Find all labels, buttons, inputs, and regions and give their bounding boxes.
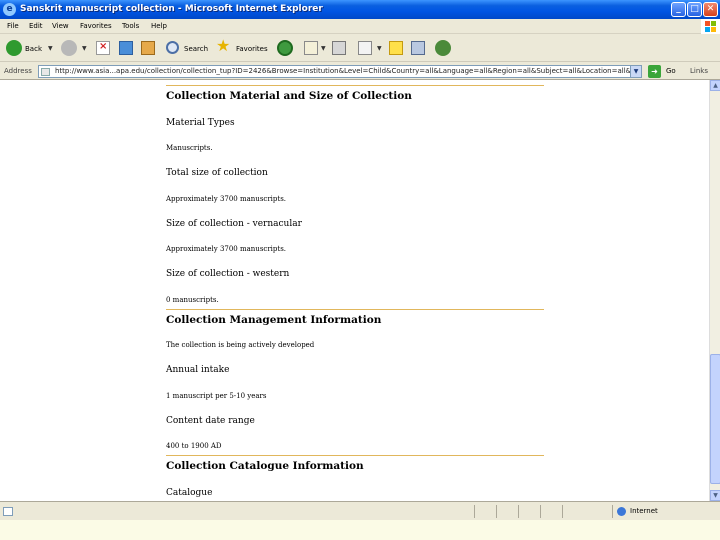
favorites-star-icon[interactable]: ★ bbox=[216, 38, 230, 54]
maximize-button[interactable]: □ bbox=[687, 2, 702, 17]
vertical-scrollbar[interactable]: ▲ ▼ bbox=[709, 80, 720, 501]
browser-window: e Sanskrit manuscript collection - Micro… bbox=[0, 0, 720, 520]
field-label: Material Types bbox=[166, 118, 235, 128]
back-arrow-icon[interactable] bbox=[6, 40, 22, 56]
status-separator bbox=[496, 505, 497, 518]
section-divider bbox=[166, 309, 544, 310]
scroll-thumb[interactable] bbox=[710, 354, 720, 484]
forward-arrow-icon[interactable] bbox=[61, 40, 77, 56]
field-value: Approximately 3700 manuscripts. bbox=[166, 195, 287, 203]
status-separator bbox=[562, 505, 563, 518]
field-label: Size of collection - vernacular bbox=[166, 219, 302, 229]
research-icon[interactable] bbox=[411, 41, 425, 55]
page-status-icon bbox=[3, 507, 13, 516]
menu-help[interactable]: Help bbox=[151, 22, 167, 30]
address-url[interactable]: http://www.asia...apa.edu/collection/col… bbox=[55, 67, 630, 75]
field-value: 0 manuscripts. bbox=[166, 296, 219, 304]
discuss-icon[interactable] bbox=[389, 41, 403, 55]
scroll-up-icon[interactable]: ▲ bbox=[710, 80, 720, 91]
field-label: Annual intake bbox=[166, 365, 230, 375]
address-bar: Address http://www.asia...apa.edu/collec… bbox=[0, 63, 720, 80]
section-heading: Collection Material and Size of Collecti… bbox=[166, 90, 412, 102]
field-label: Content date range bbox=[166, 416, 255, 426]
menu-edit[interactable]: Edit bbox=[29, 22, 43, 30]
refresh-icon[interactable] bbox=[119, 41, 133, 55]
back-dropdown-icon[interactable]: ▼ bbox=[48, 45, 53, 52]
edit-dropdown-icon[interactable]: ▼ bbox=[377, 45, 382, 52]
menu-bar: File Edit View Favorites Tools Help bbox=[0, 19, 720, 34]
print-icon[interactable] bbox=[332, 41, 346, 55]
back-button[interactable]: Back bbox=[25, 45, 42, 53]
home-icon[interactable] bbox=[141, 41, 155, 55]
field-value: 1 manuscript per 5-10 years bbox=[166, 392, 267, 400]
section-divider bbox=[166, 455, 544, 456]
search-button[interactable]: Search bbox=[184, 45, 208, 53]
windows-logo-icon bbox=[701, 19, 720, 34]
search-icon[interactable] bbox=[166, 41, 179, 54]
address-label: Address bbox=[4, 67, 32, 75]
favorites-button[interactable]: Favorites bbox=[236, 45, 268, 53]
messenger-icon[interactable] bbox=[435, 40, 451, 56]
section-heading: Collection Management Information bbox=[166, 314, 382, 326]
menu-view[interactable]: View bbox=[52, 22, 69, 30]
scroll-down-icon[interactable]: ▼ bbox=[710, 490, 720, 501]
standard-toolbar: Back ▼ ▼ × Search ★ Favorites ▼ ▼ bbox=[0, 35, 720, 62]
forward-dropdown-icon[interactable]: ▼ bbox=[82, 45, 87, 52]
close-button[interactable]: ✕ bbox=[703, 2, 718, 17]
page-icon bbox=[41, 68, 50, 76]
go-button[interactable]: Go bbox=[666, 67, 676, 75]
field-value: 400 to 1900 AD bbox=[166, 442, 222, 450]
address-dropdown-icon[interactable]: ▼ bbox=[630, 66, 641, 77]
edit-icon[interactable] bbox=[358, 41, 372, 55]
mail-dropdown-icon[interactable]: ▼ bbox=[321, 45, 326, 52]
mail-icon[interactable] bbox=[304, 41, 318, 55]
title-bar: e Sanskrit manuscript collection - Micro… bbox=[0, 0, 720, 19]
field-value: Approximately 3700 manuscripts. bbox=[166, 245, 287, 253]
section-heading: Collection Catalogue Information bbox=[166, 460, 364, 472]
field-label: Catalogue bbox=[166, 488, 213, 498]
menu-file[interactable]: File bbox=[7, 22, 19, 30]
minimize-button[interactable]: _ bbox=[671, 2, 686, 17]
status-separator bbox=[612, 505, 613, 518]
stop-icon[interactable]: × bbox=[96, 41, 110, 55]
security-zone-label: Internet bbox=[630, 507, 658, 515]
window-title: Sanskrit manuscript collection - Microso… bbox=[20, 4, 323, 14]
field-label: Size of collection - western bbox=[166, 269, 290, 279]
status-separator bbox=[540, 505, 541, 518]
section-intro: The collection is being actively develop… bbox=[166, 341, 315, 349]
page-content: Collection Material and Size of Collecti… bbox=[0, 80, 709, 501]
field-label: Total size of collection bbox=[166, 168, 268, 178]
address-input[interactable]: http://www.asia...apa.edu/collection/col… bbox=[38, 65, 642, 78]
menu-favorites[interactable]: Favorites bbox=[80, 22, 112, 30]
field-value: Manuscripts. bbox=[166, 144, 213, 152]
status-bar: Internet bbox=[0, 501, 720, 520]
internet-zone-icon bbox=[617, 507, 626, 516]
section-divider bbox=[166, 85, 544, 86]
menu-tools[interactable]: Tools bbox=[122, 22, 139, 30]
status-separator bbox=[474, 505, 475, 518]
status-separator bbox=[518, 505, 519, 518]
internet-explorer-icon: e bbox=[3, 3, 16, 16]
links-button[interactable]: Links bbox=[690, 67, 708, 75]
history-icon[interactable] bbox=[277, 40, 293, 56]
go-arrow-icon[interactable]: ➜ bbox=[648, 65, 661, 78]
